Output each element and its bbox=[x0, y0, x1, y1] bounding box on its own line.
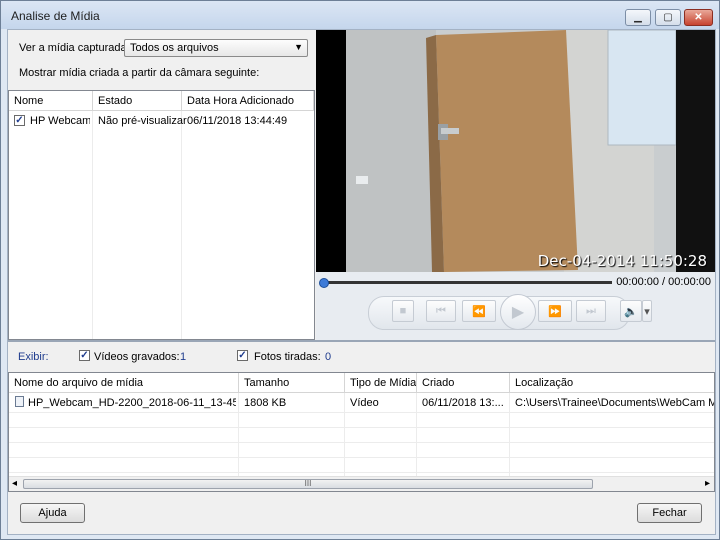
filter-label: Ver a mídia capturada: bbox=[19, 42, 130, 54]
photos-checkbox[interactable]: ✓ bbox=[237, 350, 248, 361]
row-divider bbox=[9, 457, 714, 458]
volume-button[interactable]: 🔈 bbox=[620, 300, 642, 322]
row-divider bbox=[9, 442, 714, 443]
file-name: HP_Webcam_HD-2200_2018-06-11_13-45-3... bbox=[28, 397, 236, 409]
close-button[interactable]: Fechar bbox=[637, 503, 702, 523]
videos-checkbox[interactable]: ✓ bbox=[79, 350, 90, 361]
row-divider bbox=[9, 412, 714, 413]
title-bar[interactable]: Analise de Mídia ▁ ▢ ✕ bbox=[1, 1, 719, 29]
dialog-client-area: Ver a mídia capturada: Todos os arquivos… bbox=[7, 29, 716, 535]
file-size: 1808 KB bbox=[244, 397, 287, 409]
grip-icon: III bbox=[304, 479, 312, 488]
column-divider bbox=[92, 111, 93, 339]
skip-back-icon: ⏮ bbox=[436, 304, 446, 317]
camera-list[interactable]: Nome Estado Data Hora Adicionado ✓ HP We… bbox=[8, 90, 315, 340]
row-divider bbox=[9, 472, 714, 473]
file-created: 06/11/2018 13:... bbox=[422, 397, 504, 409]
main-window: Analise de Mídia ▁ ▢ ✕ Ver a mídia captu… bbox=[0, 0, 720, 540]
column-header-filename[interactable]: Nome do arquivo de mídia bbox=[9, 373, 239, 393]
fast-forward-icon: ⏩ bbox=[548, 305, 562, 318]
maximize-icon: ▢ bbox=[663, 12, 673, 23]
camera-enabled-checkbox[interactable]: ✓ bbox=[14, 115, 25, 126]
scroll-right-icon[interactable]: ▸ bbox=[705, 478, 710, 489]
column-header-created[interactable]: Criado bbox=[417, 373, 510, 393]
column-header-type[interactable]: Tipo de Mídia bbox=[345, 373, 417, 393]
media-filter-dropdown[interactable]: Todos os arquivos ▼ bbox=[124, 39, 308, 57]
list-item[interactable]: ✓ HP Webcam... Não pré-visualizar 06/11/… bbox=[9, 111, 314, 131]
stop-icon: ■ bbox=[399, 305, 407, 317]
camera-date: 06/11/2018 13:44:49 bbox=[187, 115, 288, 127]
file-location: C:\Users\Trainee\Documents\WebCam Monito… bbox=[515, 397, 714, 409]
table-row[interactable]: HP_Webcam_HD-2200_2018-06-11_13-45-3... … bbox=[9, 393, 714, 412]
row-divider bbox=[9, 427, 714, 428]
videos-count: 1 bbox=[180, 351, 187, 363]
video-timestamp: Dec-04-2014 11:50:28 bbox=[537, 252, 707, 270]
column-header-state[interactable]: Estado bbox=[93, 91, 182, 111]
maximize-button[interactable]: ▢ bbox=[655, 9, 681, 26]
file-type: Vídeo bbox=[350, 397, 379, 409]
rewind-icon: ⏪ bbox=[472, 305, 486, 318]
playback-controls: 00:00:00 / 00:00:00 ■ ⏮ ⏪ ▶ ⏩ ⏭ 🔈 ▾ bbox=[316, 272, 715, 340]
media-filter-value: Todos os arquivos bbox=[130, 42, 219, 54]
close-icon: ✕ bbox=[694, 12, 703, 23]
exibir-label: Exibir: bbox=[18, 351, 49, 363]
camera-state: Não pré-visualizar bbox=[98, 115, 187, 127]
timecode-display: 00:00:00 / 00:00:00 bbox=[616, 276, 711, 288]
video-frame-image bbox=[346, 30, 715, 272]
next-button[interactable]: ⏭ bbox=[576, 300, 606, 322]
skip-forward-icon: ⏭ bbox=[586, 304, 596, 317]
videos-label: Vídeos gravados: bbox=[94, 351, 180, 363]
media-file-list[interactable]: Nome do arquivo de mídia Tamanho Tipo de… bbox=[8, 372, 715, 492]
video-file-icon bbox=[15, 396, 24, 407]
fast-forward-button[interactable]: ⏩ bbox=[538, 300, 572, 322]
scroll-left-icon[interactable]: ◂ bbox=[12, 478, 17, 489]
camera-prompt: Mostrar mídia criada a partir da câmara … bbox=[19, 67, 260, 79]
close-window-button[interactable]: ✕ bbox=[684, 9, 713, 26]
video-preview[interactable]: Dec-04-2014 11:50:28 bbox=[316, 30, 715, 272]
horizontal-scrollbar[interactable]: ◂ III ▸ bbox=[9, 476, 714, 491]
stop-button[interactable]: ■ bbox=[392, 300, 414, 322]
chevron-down-icon: ▼ bbox=[294, 42, 303, 52]
minimize-button[interactable]: ▁ bbox=[625, 9, 651, 26]
play-button[interactable]: ▶ bbox=[500, 294, 536, 330]
column-header-date[interactable]: Data Hora Adicionado bbox=[182, 91, 314, 111]
minimize-icon: ▁ bbox=[634, 12, 642, 23]
column-divider bbox=[181, 111, 182, 339]
camera-name: HP Webcam... bbox=[30, 115, 90, 127]
rewind-button[interactable]: ⏪ bbox=[462, 300, 496, 322]
photos-count: 0 bbox=[325, 351, 332, 363]
scrollbar-thumb[interactable]: III bbox=[23, 479, 593, 489]
volume-menu-button[interactable]: ▾ bbox=[642, 300, 652, 322]
speaker-icon: 🔈 bbox=[624, 305, 638, 318]
column-header-name[interactable]: Nome bbox=[9, 91, 93, 111]
play-icon: ▶ bbox=[511, 304, 525, 321]
section-divider bbox=[8, 340, 715, 342]
photos-label: Fotos tiradas: bbox=[254, 351, 321, 363]
window-title: Analise de Mídia bbox=[11, 9, 100, 23]
previous-button[interactable]: ⏮ bbox=[426, 300, 456, 322]
seek-bar[interactable] bbox=[319, 278, 612, 288]
seek-handle[interactable] bbox=[319, 278, 329, 288]
chevron-down-icon: ▾ bbox=[644, 305, 650, 318]
help-button[interactable]: Ajuda bbox=[20, 503, 85, 523]
column-header-size[interactable]: Tamanho bbox=[239, 373, 345, 393]
column-header-location[interactable]: Localização bbox=[510, 373, 714, 393]
